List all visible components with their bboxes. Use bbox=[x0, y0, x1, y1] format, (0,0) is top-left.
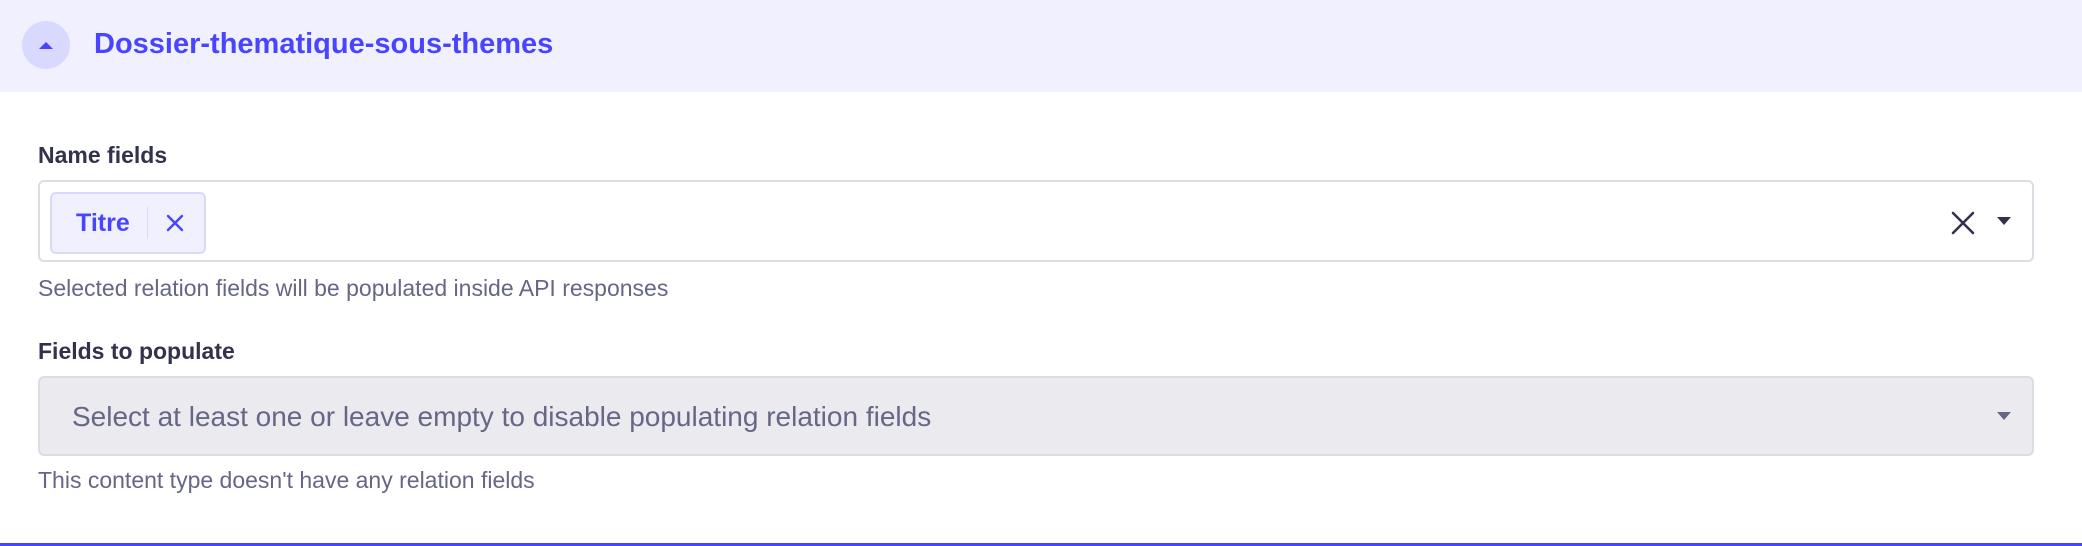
fields-to-populate-placeholder: Select at least one or leave empty to di… bbox=[72, 401, 932, 432]
clear-selection-button[interactable] bbox=[1950, 210, 1976, 236]
close-icon bbox=[1951, 211, 1975, 235]
close-icon bbox=[166, 214, 183, 232]
name-fields-label: Name fields bbox=[38, 142, 168, 168]
tag-remove-button[interactable] bbox=[164, 212, 186, 234]
caret-down-icon bbox=[1997, 412, 2011, 420]
name-fields-dropdown-button[interactable] bbox=[1994, 211, 2014, 231]
tag-label: Titre bbox=[76, 209, 130, 237]
accordion-toggle-button[interactable] bbox=[22, 21, 70, 69]
accordion-header[interactable]: Dossier-thematique-sous-themes bbox=[0, 0, 2082, 92]
accordion-title: Dossier-thematique-sous-themes bbox=[94, 28, 554, 60]
fields-to-populate-label: Fields to populate bbox=[38, 338, 235, 364]
name-fields-hint: Selected relation fields will be populat… bbox=[38, 275, 669, 301]
tag-divider bbox=[146, 207, 148, 239]
fields-to-populate-dropdown-button[interactable] bbox=[1994, 406, 2014, 426]
caret-down-icon bbox=[1997, 217, 2011, 225]
name-fields-select[interactable]: Titre bbox=[38, 180, 2034, 262]
selected-tag: Titre bbox=[50, 192, 206, 254]
fields-to-populate-select[interactable]: Select at least one or leave empty to di… bbox=[38, 376, 2034, 456]
fields-to-populate-hint: This content type doesn't have any relat… bbox=[38, 467, 535, 493]
chevron-up-icon bbox=[39, 42, 53, 49]
